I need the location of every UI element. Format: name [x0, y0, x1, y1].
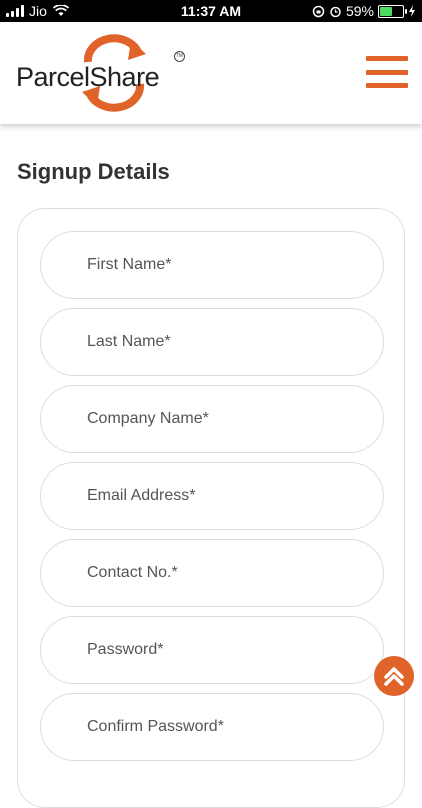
contact-number-input[interactable] [40, 539, 384, 607]
first-name-input[interactable] [40, 231, 384, 299]
battery-percent: 59% [345, 3, 374, 19]
charging-icon [409, 5, 415, 17]
logo-text: ParcelShare [16, 62, 160, 92]
status-bar: Jio 11:37 AM 59% [0, 0, 422, 22]
password-input[interactable] [40, 616, 384, 684]
scroll-to-top-button[interactable] [374, 656, 414, 696]
hamburger-menu-icon[interactable] [366, 56, 408, 88]
last-name-input[interactable] [40, 308, 384, 376]
email-address-input[interactable] [40, 462, 384, 530]
chevron-up-icon [384, 667, 404, 686]
alarm-icon [330, 6, 341, 17]
parcelshare-logo[interactable]: ParcelShare TM [14, 32, 194, 112]
company-name-input[interactable] [40, 385, 384, 453]
battery-icon [378, 4, 407, 18]
status-bar-right: 59% [312, 3, 416, 19]
rotation-lock-icon [312, 5, 325, 17]
confirm-password-input[interactable] [40, 693, 384, 761]
trademark-mark: TM [174, 51, 185, 62]
app-header: ParcelShare TM [0, 22, 422, 124]
page-title: Signup Details [17, 159, 170, 184]
